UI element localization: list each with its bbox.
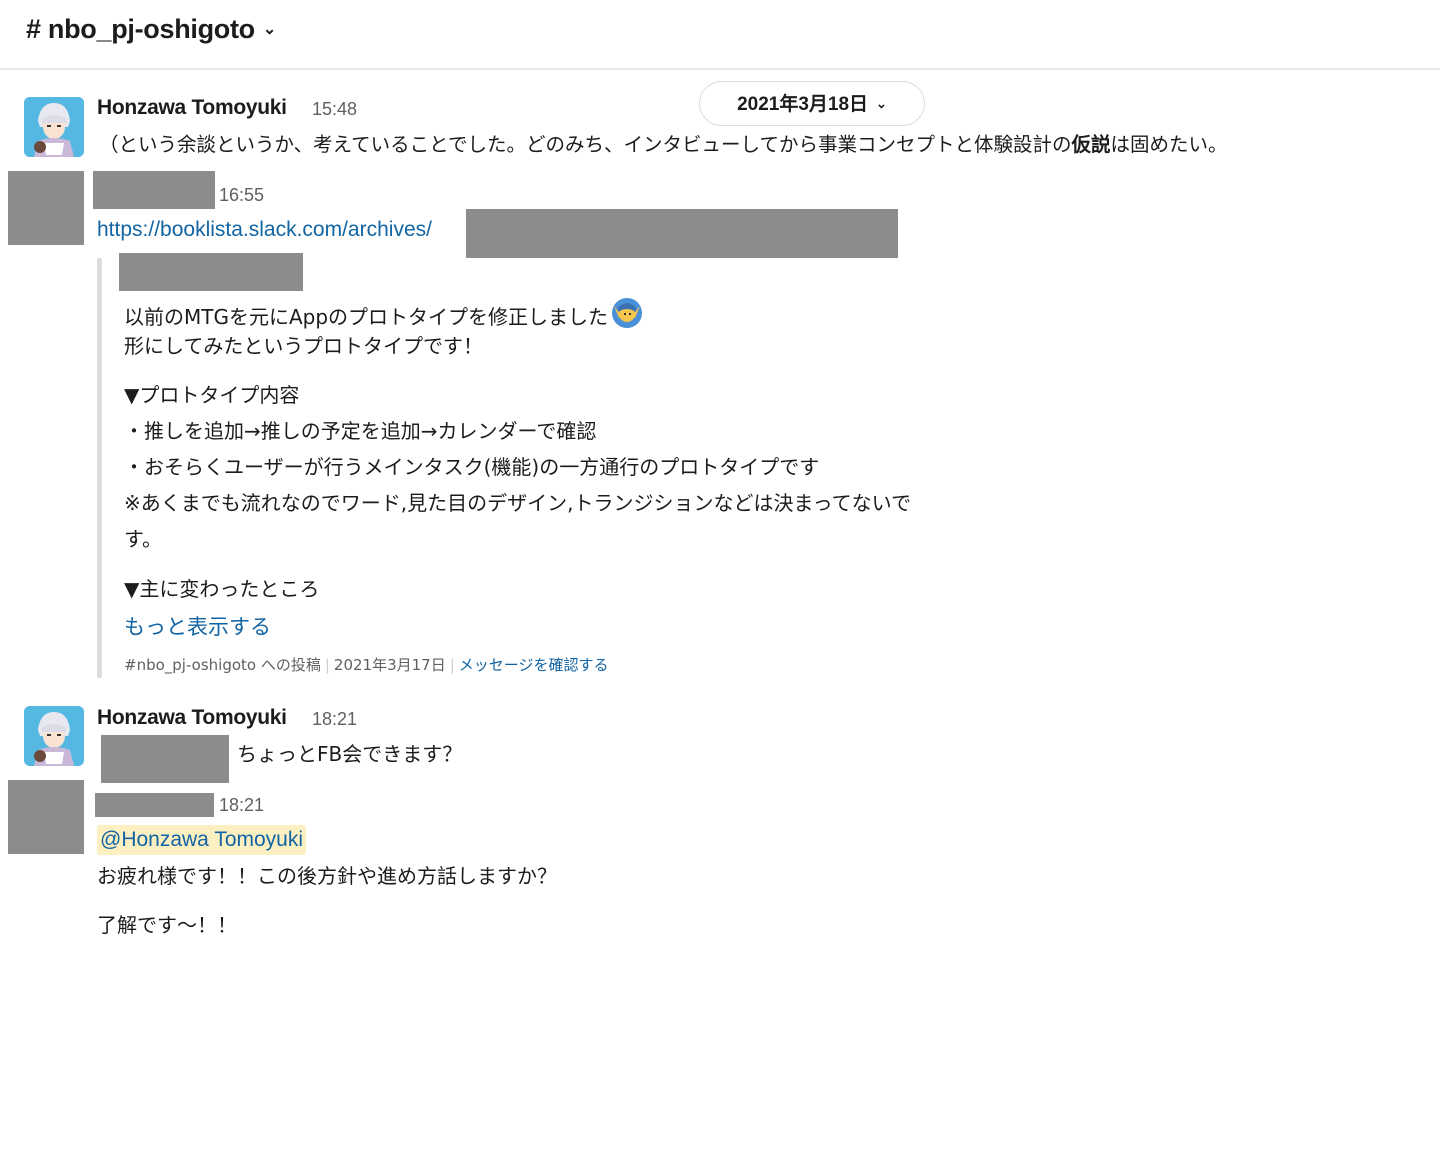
shared-author-redacted: [119, 253, 303, 291]
message-text: （という余談というか、考えていることでした。どのみち、インタビューしてから事業コ…: [99, 131, 1228, 159]
message-text: 了解です〜！！: [97, 913, 237, 937]
shared-message-line: ▼プロトタイプ内容: [124, 383, 300, 407]
author-name-redacted: [95, 793, 214, 817]
shared-message-line: ※あくまでも流れなのでワード,見た目のデザイン,トランジションなどは決まってない…: [124, 491, 912, 515]
show-more-link[interactable]: もっと表示する: [124, 611, 271, 641]
message-text-part: （という余談というか、考えていることでした。どのみち、インタビューしてから事業コ…: [99, 133, 1072, 156]
chevron-down-icon: ⌄: [262, 21, 276, 38]
footer-date[interactable]: 2021年3月17日: [334, 656, 446, 674]
message-timestamp[interactable]: 18:21: [219, 795, 264, 816]
shared-message-line: す。: [124, 527, 162, 551]
message-timestamp[interactable]: 16:55: [219, 185, 264, 206]
message-timestamp[interactable]: 18:21: [312, 709, 357, 730]
shared-line-text: 以前のMTGを元にAppのプロトタイプを修正しました: [124, 305, 609, 329]
message-text-part: は固めたい。: [1110, 133, 1228, 156]
date-divider-button[interactable]: 2021年3月18日 ⌄: [699, 81, 925, 126]
message-author[interactable]: Honzawa Tomoyuki: [97, 96, 287, 120]
message-author[interactable]: Honzawa Tomoyuki: [97, 706, 287, 730]
mention-redacted: [101, 735, 229, 783]
shared-message-footer: #nbo_pj-oshigoto への投稿 | 2021年3月17日 | メッセージを確…: [124, 656, 609, 674]
channel-header: # nbo_pj-oshigoto ⌄: [0, 0, 1440, 70]
channel-name-button[interactable]: # nbo_pj-oshigoto ⌄: [26, 14, 276, 45]
shared-message-line: ・推しを追加→推しの予定を追加→カレンダーで確認: [124, 419, 597, 443]
message-text-bold: 仮説: [1071, 133, 1111, 156]
shared-message-line: ・おそらくユーザーが行うメインタスク(機能)の一方通行のプロトタイプです: [124, 455, 820, 479]
avatar[interactable]: [24, 97, 84, 157]
channel-name: # nbo_pj-oshigoto: [26, 14, 255, 44]
footer-channel[interactable]: #nbo_pj-oshigoto への投稿: [124, 656, 321, 674]
avatar-redacted: [8, 171, 84, 245]
shared-message-bar: [97, 258, 102, 678]
date-label: 2021年3月18日: [737, 94, 869, 115]
avatar[interactable]: [24, 706, 84, 766]
message-timestamp[interactable]: 15:48: [312, 99, 357, 120]
shared-message-line: 以前のMTGを元にAppのプロトタイプを修正しました: [124, 296, 644, 331]
link-redacted: [466, 209, 898, 258]
archive-link[interactable]: https://booklista.slack.com/archives/: [97, 218, 432, 242]
user-mention[interactable]: @Honzawa Tomoyuki: [97, 825, 307, 855]
view-message-link[interactable]: メッセージを確認する: [459, 656, 609, 674]
avatar-redacted: [8, 780, 84, 854]
message-text: お疲れ様です！！この後方針や進め方話しますか？: [97, 864, 557, 888]
shared-message-line: ▼主に変わったところ: [124, 577, 320, 601]
shared-message-line: 形にしてみたというプロトタイプです！: [124, 334, 483, 358]
chevron-down-icon: ⌄: [876, 96, 887, 111]
message-text: ちょっとFB会できます？: [237, 742, 463, 766]
person-raising-hand-emoji: [612, 298, 643, 328]
author-name-redacted: [93, 171, 215, 209]
